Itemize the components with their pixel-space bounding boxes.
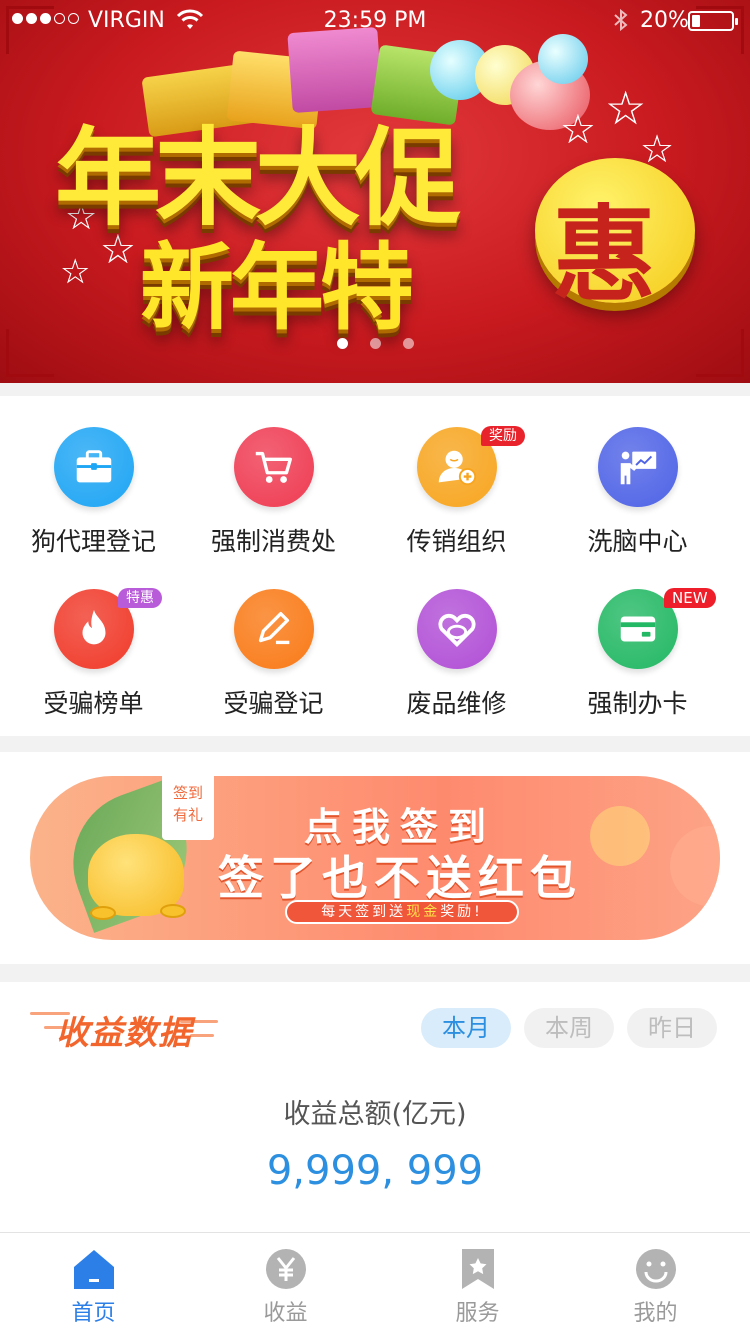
- tab-label: 首页: [71, 1301, 116, 1326]
- note-text: 奖励!: [440, 904, 483, 920]
- service-grid: 狗代理登记 强制消费处 奖励 传销组织 洗脑中心 特惠 受骗榜单 受骗登记 废品维修 NEW 强制办…: [0, 396, 750, 736]
- earnings-panel: 收益数据 本月 本周 昨日 收益总额(亿元) 9,999, 999: [0, 982, 750, 1232]
- carousel-dot[interactable]: [336, 338, 348, 349]
- presentation-icon: [598, 427, 678, 507]
- service-label: 洗脑中心: [587, 527, 688, 556]
- tab-0[interactable]: 首页: [0, 1233, 187, 1334]
- service-item[interactable]: NEW 强制办卡: [544, 558, 731, 718]
- sign-in-section: 签到 有礼 点我签到 签了也不送红包 每天签到送现金奖励!: [0, 752, 750, 964]
- period-tab[interactable]: 昨日: [627, 1008, 717, 1048]
- heart-knot-icon: [417, 589, 497, 669]
- service-label: 强制消费处: [210, 527, 336, 556]
- sign-in-note: 每天签到送现金奖励!: [285, 900, 519, 924]
- star-icon: ☆: [560, 107, 596, 153]
- tab-label: 收益: [263, 1301, 308, 1326]
- service-item[interactable]: 强制消费处: [180, 396, 367, 556]
- tab-label: 我的: [633, 1301, 678, 1326]
- banner-corner-ornament: [696, 329, 744, 377]
- star-icon: ☆: [640, 127, 675, 171]
- service-item[interactable]: 特惠受骗榜单: [0, 558, 187, 718]
- service-label: 强制办卡: [587, 689, 688, 718]
- banner-subheadline: 新年特: [140, 234, 414, 343]
- service-item[interactable]: 受骗登记: [180, 558, 367, 718]
- title-decoration: [190, 1034, 214, 1037]
- yuan-icon: [264, 1247, 308, 1291]
- note-cash: 现金: [406, 904, 441, 920]
- star-icon: ☆: [60, 252, 91, 292]
- tab-3[interactable]: 我的: [562, 1233, 749, 1334]
- service-item[interactable]: 狗代理登记: [0, 396, 187, 556]
- service-badge: NEW: [664, 588, 716, 608]
- service-label: 受骗榜单: [43, 689, 144, 718]
- carousel-dot[interactable]: [369, 338, 381, 349]
- carousel-indicator: [0, 338, 750, 349]
- sign-in-banner[interactable]: 签到 有礼 点我签到 签了也不送红包 每天签到送现金奖励!: [30, 776, 720, 940]
- bookmark-star-icon: [456, 1247, 500, 1291]
- balloon-decoration: [538, 34, 588, 84]
- bluetooth-icon: [612, 8, 630, 38]
- earnings-total-label: 收益总额(亿元): [283, 1099, 467, 1130]
- status-bar: VIRGIN 23:59 PM 20%: [0, 0, 750, 40]
- service-item[interactable]: 废品维修: [363, 558, 550, 718]
- period-tab[interactable]: 本周: [524, 1008, 614, 1048]
- banner-corner-ornament: [6, 329, 54, 377]
- smiley-icon: [634, 1247, 678, 1291]
- service-badge: 特惠: [118, 588, 162, 608]
- earnings-total-value: 9,999, 999: [266, 1148, 484, 1194]
- battery-percent: 20%: [640, 8, 689, 33]
- tab-label: 服务: [455, 1301, 500, 1326]
- tab-2[interactable]: 服务: [384, 1233, 571, 1334]
- tab-1[interactable]: 收益: [192, 1233, 379, 1334]
- service-label: 传销组织: [406, 527, 507, 556]
- note-text: 每天签到送: [321, 904, 407, 920]
- service-label: 受骗登记: [223, 689, 324, 718]
- period-tab[interactable]: 本月: [421, 1008, 511, 1048]
- clock: 23:59 PM: [323, 8, 427, 33]
- earnings-title: 收益数据: [56, 1013, 192, 1052]
- star-icon: ☆: [605, 81, 647, 135]
- promo-banner-carousel[interactable]: ☆ ☆ ☆ ☆ ☆ ☆ 年末大促 新年特 惠: [0, 0, 750, 383]
- service-label: 废品维修: [406, 689, 507, 718]
- sign-in-subtitle: 签了也不送红包: [218, 851, 582, 905]
- pen-icon: [234, 589, 314, 669]
- cart-icon: [234, 427, 314, 507]
- briefcase-icon: [54, 427, 134, 507]
- service-label: 狗代理登记: [30, 527, 156, 556]
- coin-icon: [90, 906, 116, 920]
- bottom-tab-bar: 首页 收益 服务 我的: [0, 1232, 750, 1334]
- home-icon: [72, 1247, 116, 1291]
- battery-icon: [688, 11, 738, 31]
- banner-highlight: 惠: [552, 193, 657, 316]
- service-item[interactable]: 奖励传销组织: [363, 396, 550, 556]
- service-badge: 奖励: [481, 426, 525, 446]
- carousel-dot[interactable]: [402, 338, 414, 349]
- service-item[interactable]: 洗脑中心: [544, 396, 731, 556]
